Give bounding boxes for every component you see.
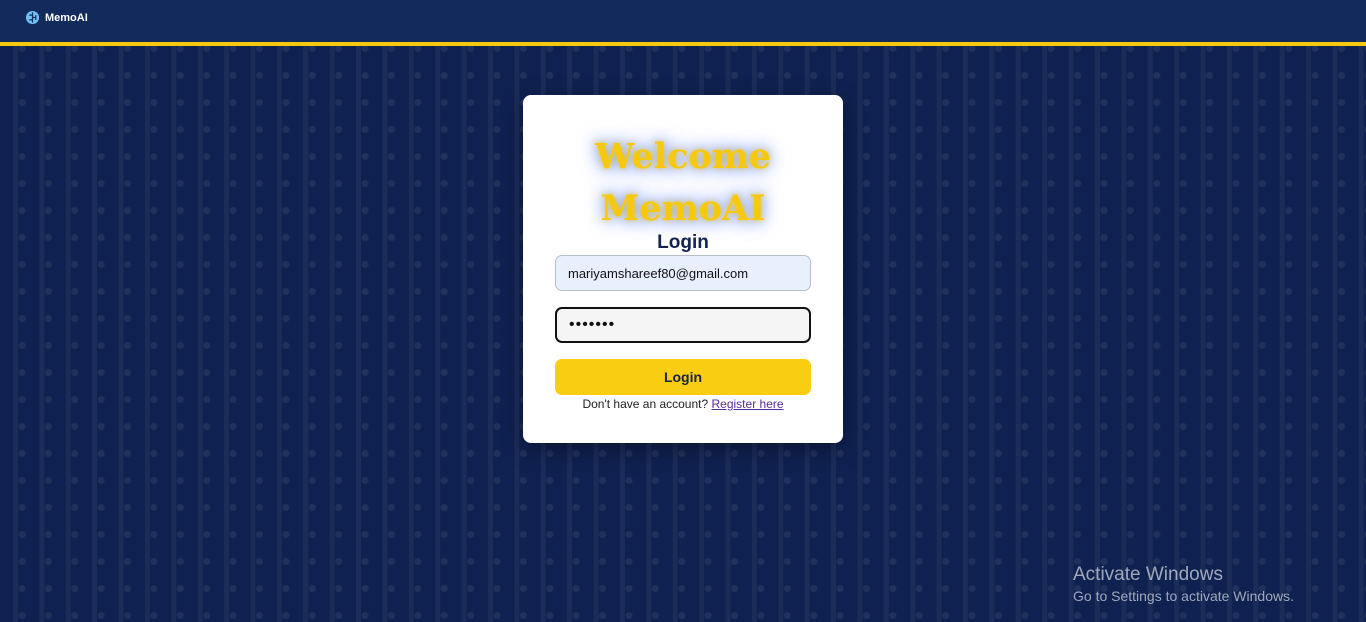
- brand-logo[interactable]: MemoAI: [25, 10, 88, 25]
- activate-windows-watermark: Activate Windows Go to Settings to activ…: [1073, 564, 1294, 606]
- welcome-heading: Welcome MemoAI: [523, 131, 843, 235]
- watermark-subtitle: Go to Settings to activate Windows.: [1073, 588, 1294, 604]
- register-prompt-row: Don't have an account? Register here: [523, 397, 843, 411]
- brain-icon: [25, 10, 40, 25]
- brand-name: MemoAI: [45, 11, 88, 24]
- login-button[interactable]: Login: [555, 359, 811, 395]
- watermark-title: Activate Windows: [1073, 564, 1223, 585]
- login-card: Welcome MemoAI Login Login Don't have an…: [523, 95, 843, 443]
- welcome-line-1: Welcome: [595, 136, 771, 177]
- register-link[interactable]: Register here: [712, 397, 784, 411]
- register-prompt-text: Don't have an account?: [582, 397, 709, 411]
- password-field[interactable]: [555, 307, 811, 343]
- welcome-line-2: MemoAI: [600, 188, 766, 229]
- email-field[interactable]: [555, 255, 811, 291]
- login-title: Login: [657, 232, 709, 253]
- navbar: MemoAI: [0, 0, 1366, 46]
